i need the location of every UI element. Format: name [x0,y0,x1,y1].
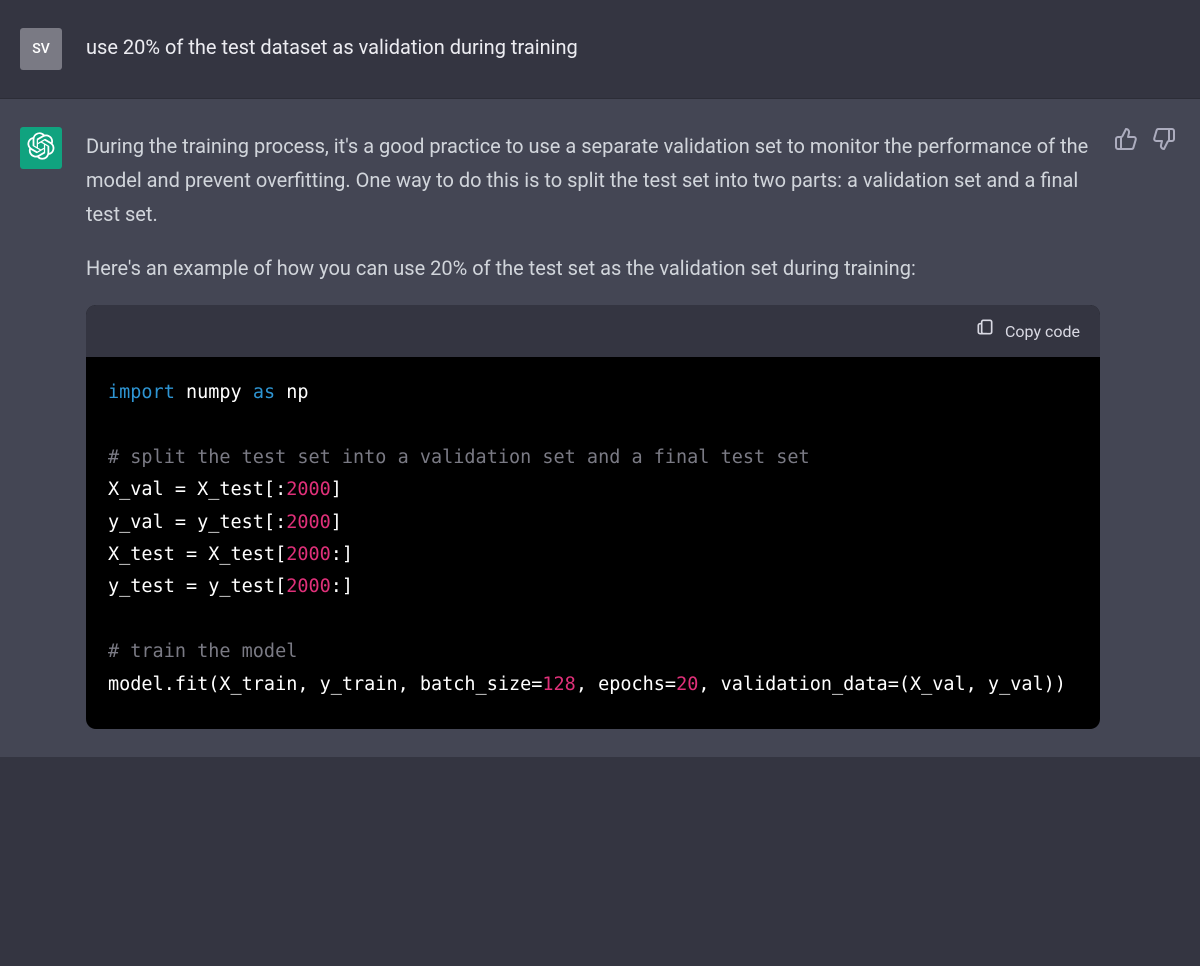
code-module: numpy [186,382,242,403]
thumbs-down-button[interactable] [1152,127,1176,151]
feedback-controls [1114,127,1176,151]
assistant-paragraph-2: Here's an example of how you can use 20%… [86,251,1100,285]
code-alias: np [286,382,308,403]
code-block: Copy code import numpy as np # split the… [86,305,1100,729]
code-line: , validation_data=(X_val, y_val)) [698,674,1066,695]
openai-logo-icon [27,132,55,164]
code-line: ] [331,512,342,533]
copy-code-label: Copy code [1005,318,1080,345]
code-number: 2000 [286,544,331,565]
code-line: X_val = X_test[: [108,479,286,500]
code-comment-2: # train the model [108,641,297,662]
assistant-avatar [20,127,62,169]
code-comment-1: # split the test set into a validation s… [108,447,810,468]
code-keyword-import: import [108,382,175,403]
code-number: 2000 [286,576,331,597]
clipboard-icon [975,317,995,345]
user-message-text: use 20% of the test dataset as validatio… [86,28,1180,70]
code-line: , epochs= [576,674,676,695]
code-line: y_val = y_test[: [108,512,286,533]
assistant-content: During the training process, it's a good… [86,127,1180,729]
code-body: import numpy as np # split the test set … [86,357,1100,729]
code-number: 2000 [286,479,331,500]
code-line: :] [331,544,353,565]
code-number: 128 [542,674,575,695]
assistant-message-row: During the training process, it's a good… [0,99,1200,757]
assistant-paragraph-1: During the training process, it's a good… [86,129,1100,231]
user-message-row: SV use 20% of the test dataset as valida… [0,0,1200,99]
code-number: 20 [676,674,698,695]
code-line: X_test = X_test[ [108,544,286,565]
thumbs-up-button[interactable] [1114,127,1138,151]
user-avatar: SV [20,28,62,70]
code-line: :] [331,576,353,597]
code-keyword-as: as [253,382,275,403]
copy-code-button[interactable]: Copy code [975,317,1080,345]
thumbs-up-icon [1114,136,1138,155]
code-line: y_test = y_test[ [108,576,286,597]
code-number: 2000 [286,512,331,533]
code-header: Copy code [86,305,1100,357]
code-line: ] [331,479,342,500]
thumbs-down-icon [1152,136,1176,155]
user-avatar-initials: SV [32,41,50,57]
code-line: model.fit(X_train, y_train, batch_size= [108,674,542,695]
